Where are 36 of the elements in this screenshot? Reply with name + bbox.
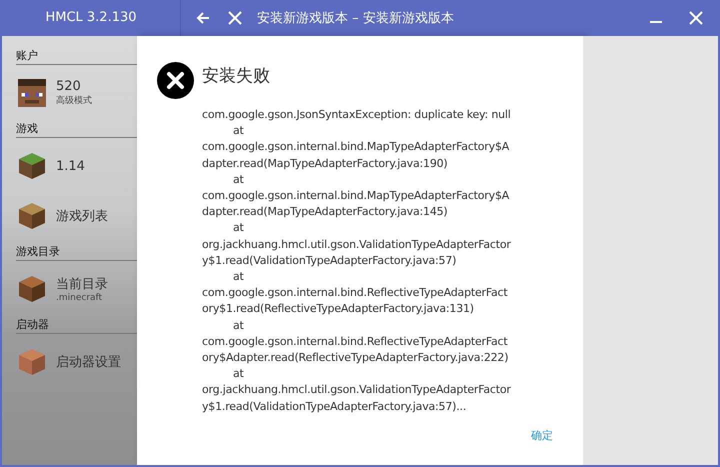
error-message-line: com.google.gson.internal.bind.ReflectiveTypeAdapterFact [202, 285, 508, 302]
error-message-line: com.google.gson.internal.bind.MapTypeAdapterFactory$A [202, 139, 510, 156]
error-message-line: at [232, 366, 245, 382]
error-message-line: at [232, 269, 245, 286]
error-message-line: at [232, 220, 245, 236]
sidebar-item[interactable]: 520 高级模式 [16, 71, 137, 115]
error-message-line: y$1.read(ValidationTypeAdapterFactory.java:57) [202, 252, 458, 269]
error-message-line: dapter.read(MapTypeAdapterFactory.java:190) [202, 156, 449, 172]
item-label: 当前目录 [56, 276, 108, 293]
error-message-line: com.google.gson.JsonSyntaxException: duplicate key: null [202, 107, 512, 123]
error-message-line: dapter.read(MapTypeAdapterFactory.java:145) [202, 204, 449, 220]
error-message-line: y$1.read(ValidationTypeAdapterFactory.java:57)... [202, 398, 468, 415]
item-sublabel: .minecraft [56, 293, 104, 303]
item-label: 启动器设置 [56, 354, 121, 371]
sidebar-item[interactable]: 启动器设置 [16, 340, 137, 384]
grass-block-icon [18, 152, 46, 180]
error-message-line: org.jackhuang.hmcl.util.gson.ValidationTypeAdapterFactor [202, 236, 512, 253]
error-message-line: org.jackhuang.hmcl.util.gson.ValidationTypeAdapterFactor [202, 382, 512, 398]
sidebar-item[interactable]: 1.14 [16, 144, 137, 188]
error-message-line: at [232, 318, 245, 334]
item-sublabel: 高级模式 [56, 94, 92, 107]
dialog-title: 安装失败 [202, 65, 270, 87]
error-icon [157, 62, 194, 99]
avatar-icon [18, 79, 46, 107]
error-message-line: ory$Adapter.read(ReflectiveTypeAdapterFactory.java:222) [202, 350, 510, 366]
item-label: 520 [56, 79, 82, 94]
item-label: 1.14 [56, 158, 85, 174]
error-message-line: at [232, 172, 245, 188]
error-message-line: com.google.gson.internal.bind.ReflectiveTypeAdapterFact [202, 334, 508, 350]
sidebar-item[interactable]: 游戏列表 [16, 194, 137, 238]
error-message-line: at [232, 123, 245, 140]
sidebar-item[interactable]: 当前目录 .minecraft [16, 267, 137, 311]
item-label: 游戏列表 [56, 208, 108, 225]
window-title: 安装新游戏版本 – 安装新游戏版本 [257, 11, 454, 26]
error-message-line: com.google.gson.internal.bind.MapTypeAdapterFactory$A [202, 188, 510, 204]
error-message-line: ory$1.read(ReflectiveTypeAdapterFactory.java:131) [202, 301, 475, 318]
